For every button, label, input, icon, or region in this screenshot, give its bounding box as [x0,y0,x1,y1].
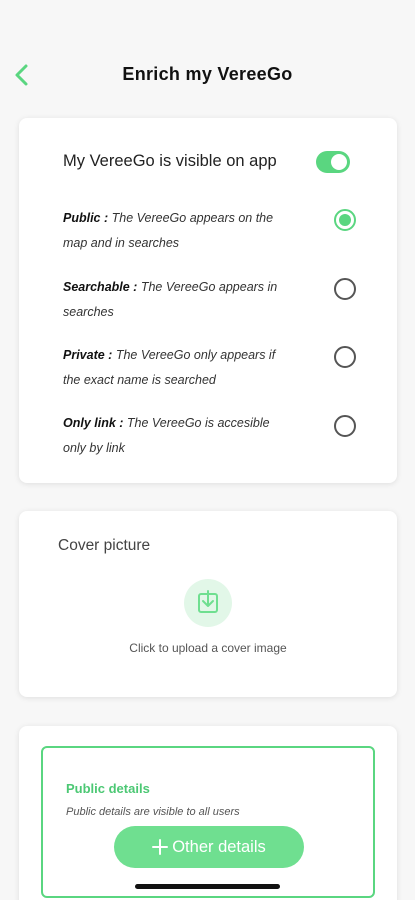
cover-title: Cover picture [58,537,151,554]
radio-public[interactable] [334,209,356,231]
radio-searchable[interactable] [334,278,356,300]
option-public-name: Public : [63,211,109,225]
visibility-card: My VereeGo is visible on app Public : Th… [19,118,397,483]
visibility-toggle[interactable] [316,151,350,173]
option-only-link-desc-2: only by link [63,441,125,455]
public-details-subtitle: Public details are visible to all users [66,806,240,818]
upload-icon [198,590,218,613]
cover-card: Cover picture Click to upload a cover im… [19,511,397,697]
visibility-label: My VereeGo is visible on app [63,152,277,170]
option-public[interactable]: Public : The VereeGo appears on the map … [63,206,313,256]
option-private-desc: The VereeGo only appears if [115,348,276,362]
option-private-desc-2: the exact name is searched [63,373,216,387]
option-public-desc: The VereeGo appears on the [111,211,274,225]
option-searchable[interactable]: Searchable : The VereeGo appears in sear… [63,275,313,325]
option-private-name: Private : [63,348,113,362]
other-details-label: Other details [172,837,266,856]
option-searchable-desc: The VereeGo appears in [140,280,278,294]
radio-private[interactable] [334,346,356,368]
home-indicator [135,884,280,889]
option-searchable-desc-2: searches [63,305,114,319]
plus-icon [152,839,169,855]
public-details-box: Public details Public details are visibl… [41,746,375,898]
option-private[interactable]: Private : The VereeGo only appears if th… [63,343,313,393]
option-only-link-name: Only link : [63,416,124,430]
other-details-button[interactable]: Other details [114,826,304,868]
public-details-title: Public details [66,781,150,796]
option-public-desc-2: map and in searches [63,236,180,250]
upload-hint[interactable]: Click to upload a cover image [19,641,397,655]
radio-only-link[interactable] [334,415,356,437]
public-details-card: Public details Public details are visibl… [19,726,397,900]
option-searchable-name: Searchable : [63,280,138,294]
option-only-link-desc: The VereeGo is accesible [126,416,270,430]
option-only-link[interactable]: Only link : The VereeGo is accesible onl… [63,411,313,461]
page-title: Enrich my VereeGo [122,64,293,84]
upload-button[interactable] [184,579,232,627]
header: Enrich my VereeGo [0,50,415,100]
